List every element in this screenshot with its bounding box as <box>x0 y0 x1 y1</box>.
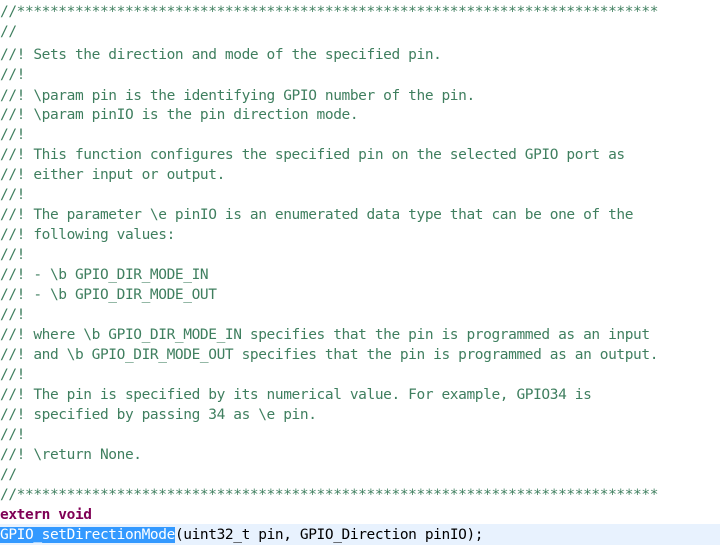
comment-line: //! following values: <box>0 227 175 243</box>
comment-line: //! either input or output. <box>0 167 225 183</box>
keyword-line: extern void <box>0 507 92 523</box>
comment-line: //**************************************… <box>0 4 659 20</box>
comment-line: //! where \b GPIO_DIR_MODE_IN specifies … <box>0 327 650 343</box>
comment-line: //! specified by passing 34 as \e pin. <box>0 407 317 423</box>
comment-line: //! Sets the direction and mode of the s… <box>0 47 442 63</box>
comment-line: //! <box>0 307 25 323</box>
comment-line: //! <box>0 367 25 383</box>
comment-line: //! <box>0 67 25 83</box>
comment-line: //! <box>0 187 25 203</box>
comment-line: //! The parameter \e pinIO is an enumera… <box>0 207 634 223</box>
selected-function-name[interactable]: GPIO_setDirectionMode <box>0 527 175 543</box>
code-editor[interactable]: //**************************************… <box>0 0 720 547</box>
comment-line: //! \param pinIO is the pin direction mo… <box>0 107 359 123</box>
comment-line: // <box>0 467 17 483</box>
comment-line: //! \param pin is the identifying GPIO n… <box>0 88 475 104</box>
function-params: (uint32_t pin, GPIO_Direction pinIO); <box>174 527 484 543</box>
comment-line: //! <box>0 127 25 143</box>
comment-line: //! - \b GPIO_DIR_MODE_OUT <box>0 287 217 303</box>
comment-line: //! and \b GPIO_DIR_MODE_OUT specifies t… <box>0 347 659 363</box>
comment-line: //! <box>0 427 25 443</box>
comment-line: //! This function configures the specifi… <box>0 147 625 163</box>
function-declaration-line: GPIO_setDirectionMode(uint32_t pin, GPIO… <box>0 525 484 545</box>
comment-line: //**************************************… <box>0 487 659 503</box>
comment-line: //! <box>0 247 25 263</box>
comment-line: // <box>0 24 17 40</box>
comment-line: //! \return None. <box>0 447 142 463</box>
comment-line: //! The pin is specified by its numerica… <box>0 387 592 403</box>
comment-line: //! - \b GPIO_DIR_MODE_IN <box>0 267 209 283</box>
